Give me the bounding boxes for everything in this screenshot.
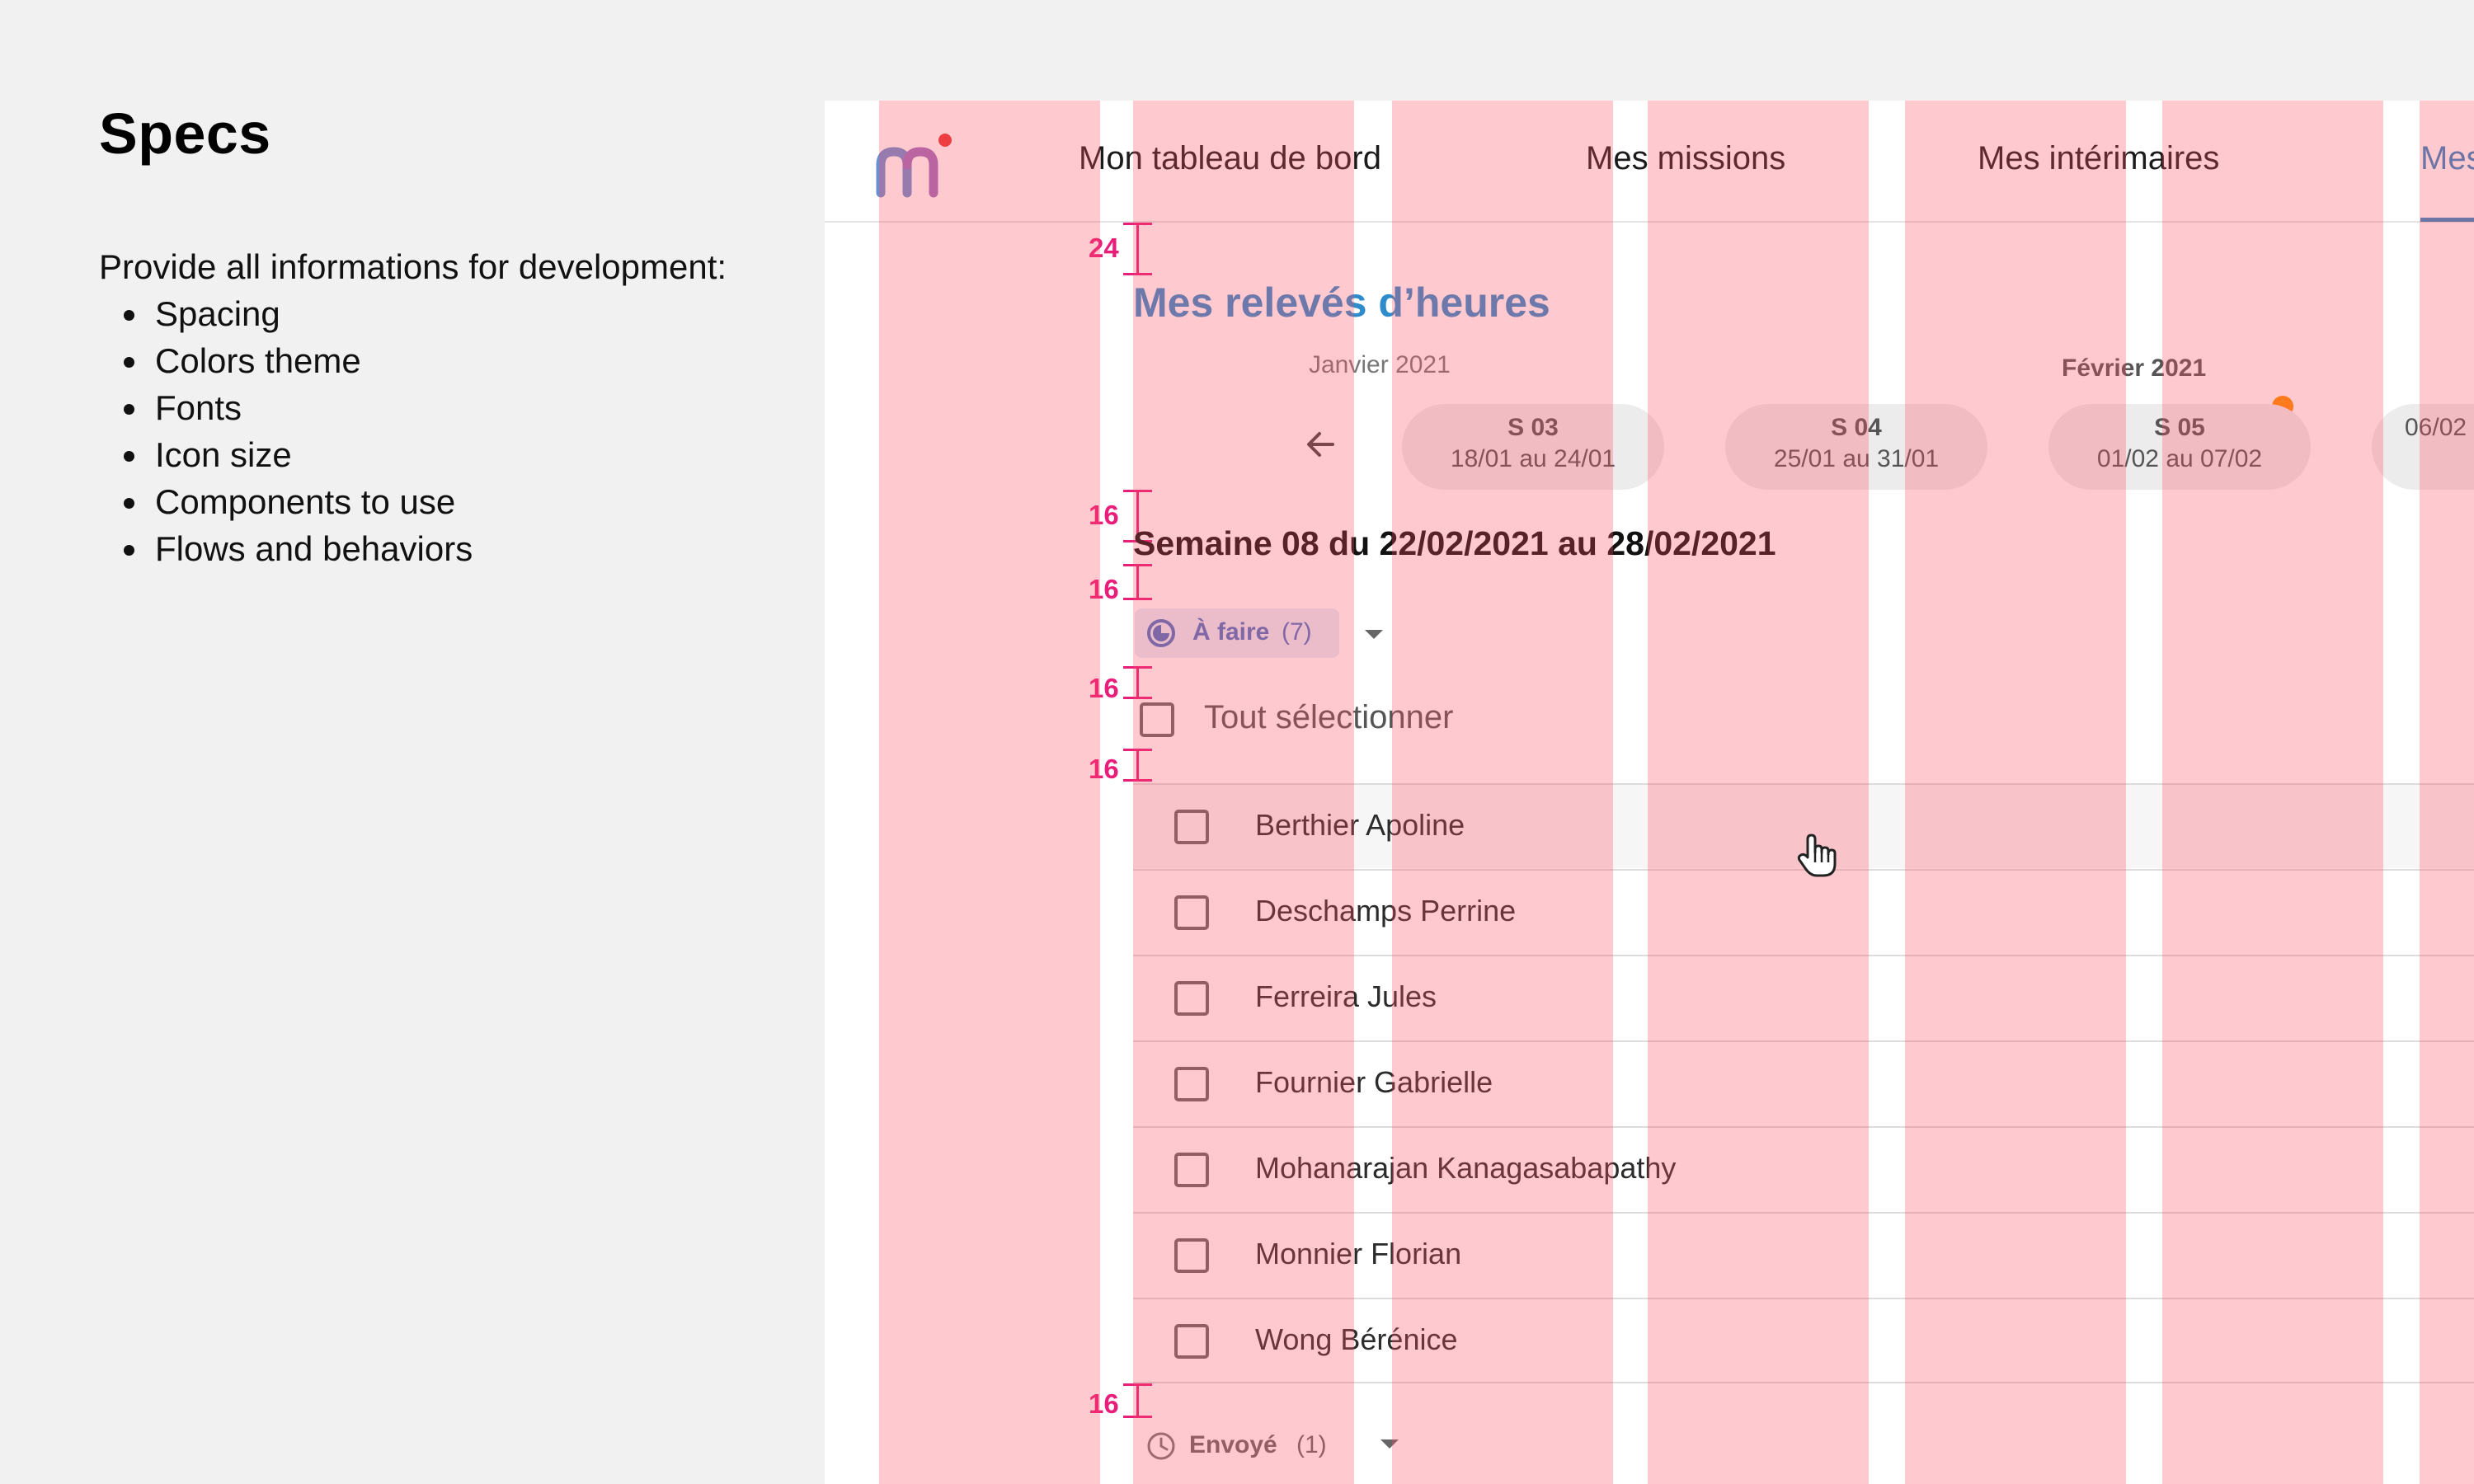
spacing-marker: 16 xyxy=(1089,564,1152,617)
employee-name: Deschamps Perrine xyxy=(1255,894,1517,928)
employee-row[interactable]: Deschamps Perrine xyxy=(1133,869,2474,954)
employee-row[interactable]: Wong Bérénice xyxy=(1133,1298,2474,1383)
spacing-marker: 16 xyxy=(1089,666,1152,719)
specs-item: Components to use xyxy=(150,478,473,525)
chevron-down-icon[interactable] xyxy=(1380,1439,1399,1449)
specs-item: Icon size xyxy=(150,431,473,478)
spacing-bracket xyxy=(1123,666,1152,699)
employee-row[interactable]: Mohanarajan Kanagasabapathy xyxy=(1133,1126,2474,1211)
spacing-value: 16 xyxy=(1089,574,1119,604)
spacing-marker: 16 xyxy=(1089,749,1152,801)
row-checkbox[interactable] xyxy=(1174,1238,1209,1273)
week-range: 06/02 xyxy=(2405,414,2467,441)
nav-item-dashboard[interactable]: Mon tableau de bord xyxy=(1079,140,1381,177)
spacing-bracket xyxy=(1123,1383,1152,1418)
spacing-value: 24 xyxy=(1089,232,1119,263)
spacing-value: 16 xyxy=(1089,1388,1119,1419)
week-range: 18/01 au 24/01 xyxy=(1450,445,1616,472)
spacing-marker: 16 xyxy=(1089,490,1152,542)
employee-row[interactable]: Fournier Gabrielle xyxy=(1133,1040,2474,1125)
nav-item-missions[interactable]: Mes missions xyxy=(1586,140,1785,177)
week-number: S 03 xyxy=(1507,414,1559,441)
row-checkbox[interactable] xyxy=(1174,1324,1209,1359)
specs-title: Specs xyxy=(99,101,271,166)
employee-name: Ferreira Jules xyxy=(1255,979,1437,1013)
clock-icon xyxy=(1147,1432,1175,1460)
employee-name: Fournier Gabrielle xyxy=(1255,1065,1493,1099)
status-count: (7) xyxy=(1282,618,1312,646)
status-filter-sent[interactable]: Envoyé (1) xyxy=(1135,1423,1382,1469)
page-title: Mes relevés d’heures xyxy=(1133,279,1550,326)
top-navbar: Mon tableau de bord Mes missions Mes int… xyxy=(825,101,2474,223)
specs-item: Fonts xyxy=(150,384,473,431)
specs-item: Flows and behaviors xyxy=(150,525,473,572)
status-label: À faire xyxy=(1192,618,1270,646)
row-checkbox[interactable] xyxy=(1174,895,1209,930)
nav-active-indicator xyxy=(2420,218,2474,222)
arrow-left-icon[interactable] xyxy=(1300,424,1341,465)
select-all-label[interactable]: Tout sélectionner xyxy=(1204,699,1453,736)
m-logo-icon[interactable] xyxy=(874,132,957,198)
spacing-value: 16 xyxy=(1089,500,1119,530)
employee-row[interactable]: Monnier Florian xyxy=(1133,1212,2474,1297)
week-number: S 05 xyxy=(2154,414,2205,441)
chevron-down-icon[interactable] xyxy=(1365,630,1383,639)
month-label-january: Janvier 2021 xyxy=(1309,351,1451,378)
app-mockup: Mon tableau de bord Mes missions Mes int… xyxy=(825,101,2474,1484)
nav-item-timesheets[interactable]: Mes xyxy=(2420,140,2474,177)
specs-intro: Provide all informations for development… xyxy=(99,247,727,286)
week-chip[interactable]: 06/02 xyxy=(2372,404,2474,490)
employee-name: Berthier Apoline xyxy=(1255,808,1465,842)
employee-row[interactable]: Ferreira Jules xyxy=(1133,955,2474,1040)
spacing-value: 16 xyxy=(1089,673,1119,703)
row-checkbox[interactable] xyxy=(1174,1153,1209,1187)
week-heading: Semaine 08 du 22/02/2021 au 28/02/2021 xyxy=(1133,524,1776,562)
status-label: Envoyé xyxy=(1189,1431,1277,1458)
spacing-value: 16 xyxy=(1089,754,1119,784)
week-chip[interactable]: S 05 01/02 au 07/02 xyxy=(2048,404,2311,490)
specs-item: Spacing xyxy=(150,290,473,337)
spacing-marker: 16 xyxy=(1089,1383,1152,1436)
spacing-bracket xyxy=(1123,564,1152,600)
week-chip[interactable]: S 04 25/01 au 31/01 xyxy=(1725,404,1987,490)
status-count: (1) xyxy=(1296,1431,1327,1458)
employee-name: Wong Bérénice xyxy=(1255,1322,1458,1356)
week-range: 25/01 au 31/01 xyxy=(1773,445,1940,472)
row-checkbox[interactable] xyxy=(1174,1067,1209,1101)
spacing-marker: 24 xyxy=(1089,223,1152,275)
spacing-bracket xyxy=(1123,223,1152,275)
row-checkbox[interactable] xyxy=(1174,810,1209,844)
nav-item-temp-workers[interactable]: Mes intérimaires xyxy=(1978,140,2219,177)
week-range: 01/02 au 07/02 xyxy=(2096,445,2263,472)
specs-list: Spacing Colors theme Fonts Icon size Com… xyxy=(115,290,473,572)
employee-name: Mohanarajan Kanagasabapathy xyxy=(1255,1151,1677,1185)
week-chip[interactable]: S 03 18/01 au 24/01 xyxy=(1402,404,1664,490)
app-content: Mon tableau de bord Mes missions Mes int… xyxy=(825,101,2474,1484)
spacing-bracket xyxy=(1123,749,1152,782)
specs-item: Colors theme xyxy=(150,337,473,384)
hand-pointer-icon xyxy=(1797,834,1837,877)
employee-name: Monnier Florian xyxy=(1255,1237,1462,1270)
status-filter-todo[interactable]: À faire (7) xyxy=(1135,608,1339,658)
select-all-checkbox[interactable] xyxy=(1140,702,1174,737)
row-checkbox[interactable] xyxy=(1174,981,1209,1016)
week-number: S 04 xyxy=(1831,414,1882,441)
month-label-february: Février 2021 xyxy=(2062,355,2207,382)
half-moon-icon xyxy=(1147,619,1175,647)
